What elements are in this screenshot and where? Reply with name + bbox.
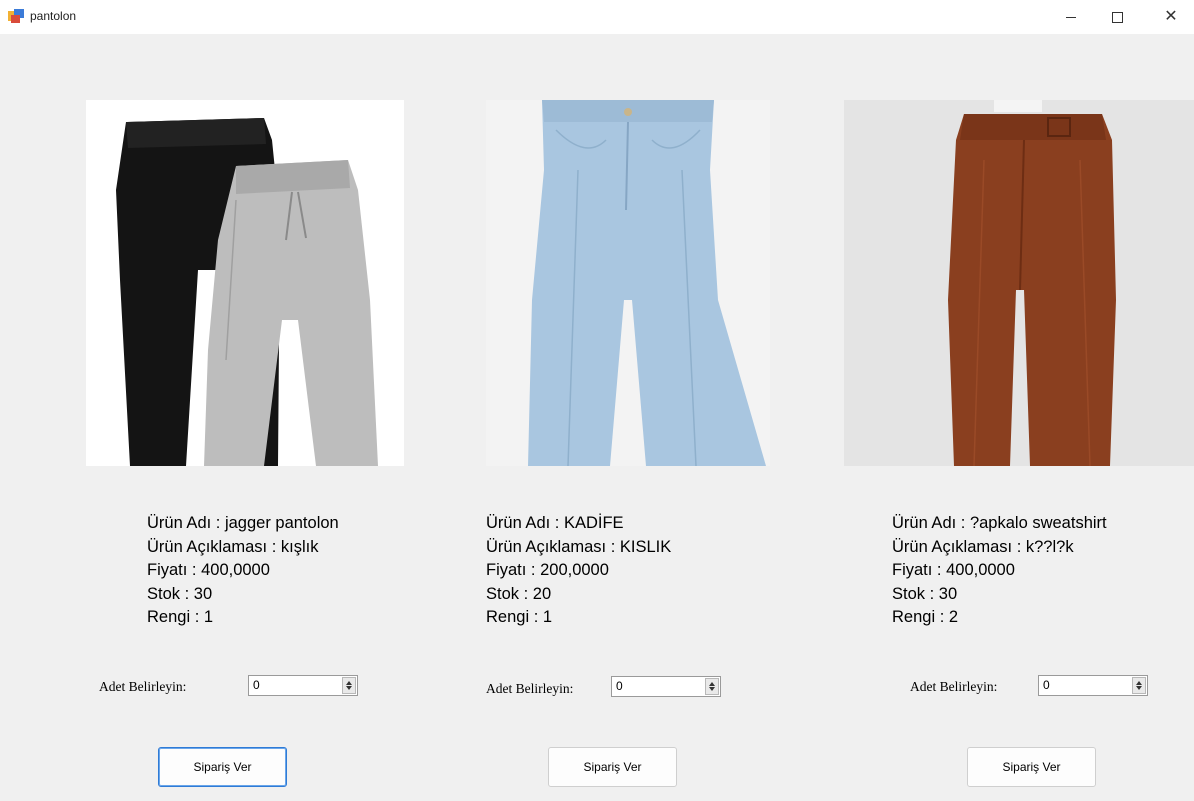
spin-arrows-icon[interactable]: [705, 678, 719, 695]
product-image-2: [486, 100, 770, 466]
corduroy-trousers-image: [844, 100, 1194, 466]
product-stock: Stok : 30: [892, 584, 958, 603]
jeans-image: [486, 100, 770, 466]
quantity-label-3: Adet Belirleyin:: [910, 679, 998, 694]
product-info-3: Ürün Adı : ?apkalo sweatshirt Ürün Açıkl…: [892, 512, 1107, 630]
minimize-button[interactable]: [1048, 0, 1094, 34]
title-bar: pantolon ✕: [0, 0, 1194, 34]
spin-arrows-icon[interactable]: [342, 677, 356, 694]
quantity-value[interactable]: 0: [616, 679, 623, 693]
quantity-value[interactable]: 0: [1043, 678, 1050, 692]
quantity-label-1: Adet Belirleyin:: [99, 679, 187, 694]
arrow-up-icon[interactable]: [346, 681, 352, 685]
product-description: Ürün Açıklaması : kışlık: [147, 537, 319, 556]
arrow-up-icon[interactable]: [709, 682, 715, 686]
arrow-down-icon[interactable]: [346, 686, 352, 690]
app-icon: [8, 9, 24, 23]
spin-arrows-icon[interactable]: [1132, 677, 1146, 694]
product-color: Rengi : 2: [892, 608, 959, 626]
product-price: Fiyatı : 400,0000: [892, 561, 1015, 579]
product-name: Ürün Adı : ?apkalo sweatshirt: [892, 514, 1107, 532]
quantity-value[interactable]: 0: [253, 678, 260, 692]
close-icon: ✕: [1164, 8, 1178, 25]
product-color: Rengi : 1: [486, 608, 553, 626]
product-stock: Stok : 30: [147, 584, 213, 603]
product-name: Ürün Adı : jagger pantolon: [147, 514, 339, 532]
product-name: Ürün Adı : KADİFE: [486, 514, 624, 532]
close-button[interactable]: ✕: [1148, 0, 1194, 34]
jogger-pants-image: [86, 100, 404, 466]
quantity-stepper-1[interactable]: 0: [248, 675, 358, 696]
arrow-down-icon[interactable]: [1136, 686, 1142, 690]
product-description: Ürün Açıklaması : KISLIK: [486, 537, 672, 556]
order-button-1[interactable]: Sipariş Ver: [158, 747, 287, 787]
product-image-3: [844, 100, 1194, 466]
product-price: Fiyatı : 200,0000: [486, 561, 609, 579]
maximize-button[interactable]: [1094, 0, 1140, 34]
window-title: pantolon: [30, 9, 77, 23]
arrow-up-icon[interactable]: [1136, 681, 1142, 685]
order-button-2[interactable]: Sipariş Ver: [548, 747, 677, 787]
product-color: Rengi : 1: [147, 608, 214, 626]
product-image-1: [86, 100, 404, 466]
product-price: Fiyatı : 400,0000: [147, 561, 270, 579]
quantity-label-2: Adet Belirleyin:: [486, 681, 574, 696]
order-button-3[interactable]: Sipariş Ver: [967, 747, 1096, 787]
product-description: Ürün Açıklaması : k??l?k: [892, 537, 1074, 556]
quantity-stepper-2[interactable]: 0: [611, 676, 721, 697]
product-info-1: Ürün Adı : jagger pantolon Ürün Açıklama…: [147, 512, 339, 630]
product-stock: Stok : 20: [486, 584, 552, 603]
product-info-2: Ürün Adı : KADİFE Ürün Açıklaması : KISL…: [486, 512, 671, 630]
quantity-stepper-3[interactable]: 0: [1038, 675, 1148, 696]
maximize-icon: [1111, 11, 1123, 23]
arrow-down-icon[interactable]: [709, 687, 715, 691]
minimize-icon: [1066, 16, 1076, 18]
